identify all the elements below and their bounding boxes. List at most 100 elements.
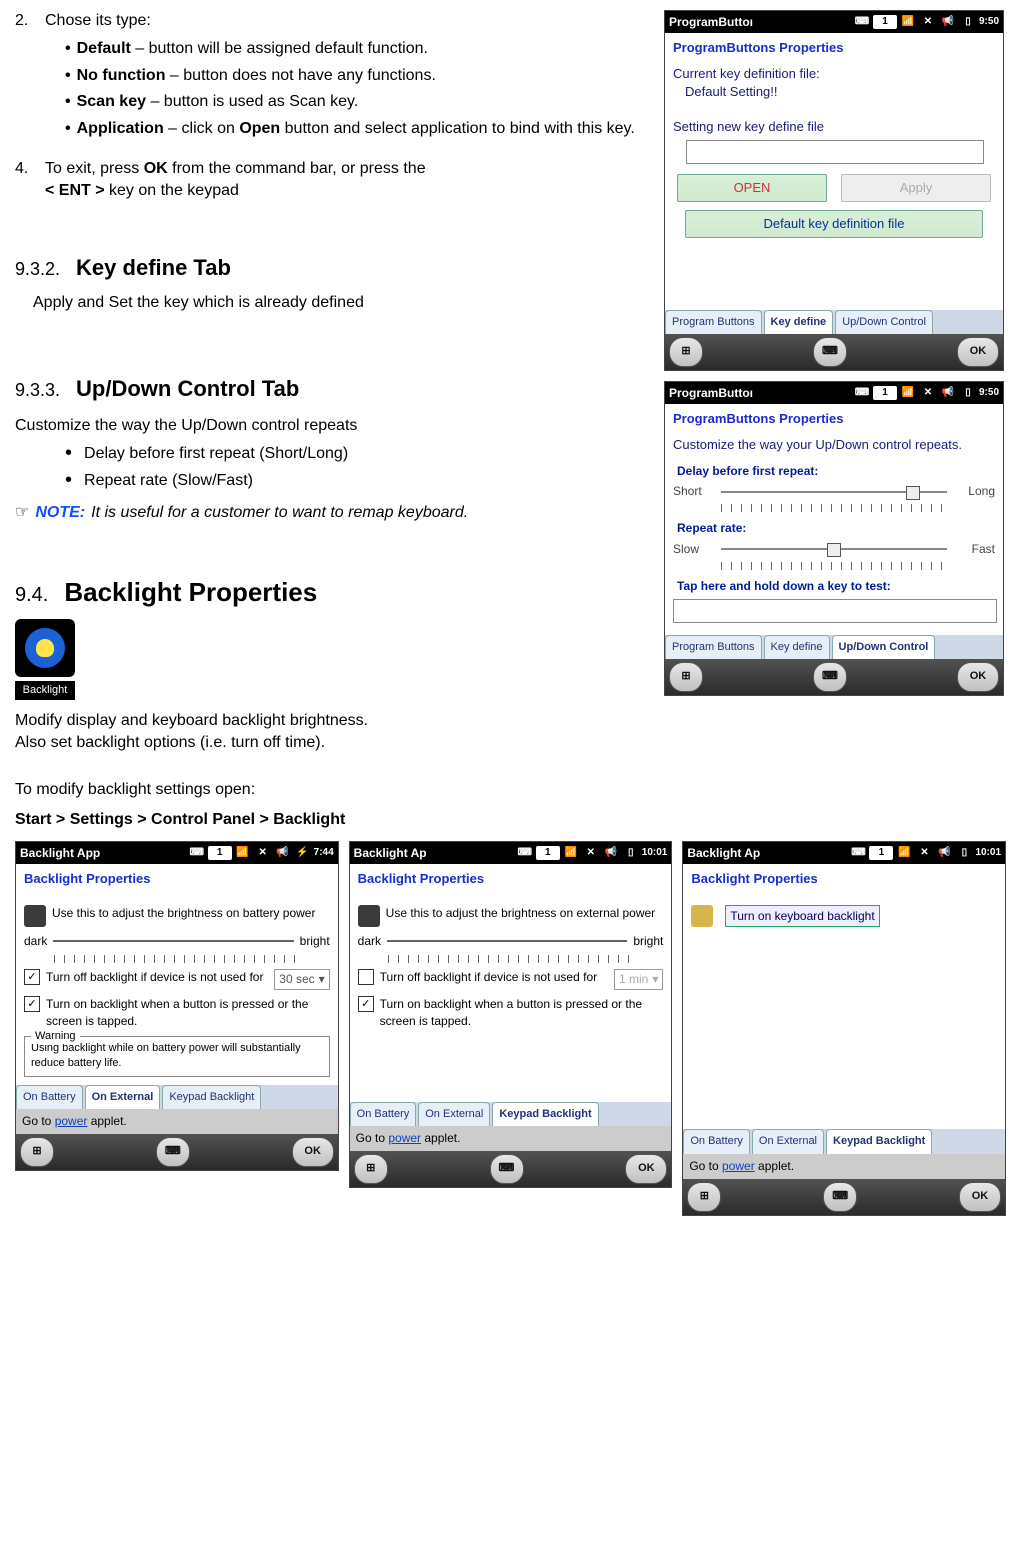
option-repeatrate: Repeat rate (Slow/Fast) <box>65 470 655 492</box>
ok-button[interactable]: OK <box>959 1182 1001 1212</box>
chevron-down-icon: ▾ <box>319 971 325 988</box>
updown-options: Delay before first repeat (Short/Long) R… <box>65 443 655 492</box>
screenshot-backlight-battery: Backlight App ⌨ 1 📶 ✕ 📢 ⚡ 7:44 Backlight… <box>15 841 339 1170</box>
brightness-slider[interactable]: dark bright <box>24 933 330 950</box>
connection-icon: 📶 <box>899 386 917 400</box>
checkbox-checked-icon[interactable]: ✓ <box>24 996 40 1012</box>
section-body: Also set backlight options (i.e. turn of… <box>15 732 1004 754</box>
keyboard-backlight-row[interactable]: Turn on keyboard backlight <box>691 905 997 928</box>
default-keyfile-button[interactable]: Default key definition file <box>685 210 983 238</box>
battery-icon: ▯ <box>959 15 977 29</box>
option-scankey: Scan key – button is used as Scan key. <box>65 91 655 113</box>
turnoff-checkbox-row[interactable]: ✓ Turn off backlight if device is not us… <box>24 969 330 990</box>
windows-start-icon[interactable]: ⊞ <box>20 1137 54 1167</box>
open-button[interactable]: OPEN <box>677 174 827 202</box>
tab-bar: Program Buttons Key define Up/Down Contr… <box>665 310 1003 334</box>
keyfile-input[interactable] <box>686 140 984 164</box>
tab-program-buttons[interactable]: Program Buttons <box>665 310 762 334</box>
brightness-slider[interactable]: dark bright <box>358 933 664 950</box>
battery-icon: ▯ <box>955 846 973 860</box>
tab-key-define[interactable]: Key define <box>764 635 830 659</box>
step-number: 4. <box>15 158 45 203</box>
keyboard-icon: ⌨ <box>516 846 534 860</box>
brightness-icon <box>24 905 46 927</box>
test-input[interactable] <box>673 599 997 623</box>
battery-icon: ▯ <box>959 386 977 400</box>
tab-keypad-backlight[interactable]: Keypad Backlight <box>826 1129 932 1153</box>
tab-keypad-backlight[interactable]: Keypad Backlight <box>492 1102 598 1126</box>
tab-updown-control[interactable]: Up/Down Control <box>835 310 933 334</box>
power-link[interactable]: power <box>722 1159 755 1173</box>
section-body: Customize the way the Up/Down control re… <box>15 415 655 437</box>
signal-nox-icon: ✕ <box>254 846 272 860</box>
keyboard-toggle-icon[interactable]: ⌨ <box>823 1182 857 1212</box>
volume-icon: 📢 <box>602 846 620 860</box>
tab-on-external[interactable]: On External <box>418 1102 490 1126</box>
section-title: Backlight Properties <box>64 574 317 610</box>
turnoff-checkbox-row[interactable]: Turn off backlight if device is not used… <box>358 969 664 990</box>
tab-key-define[interactable]: Key define <box>764 310 834 334</box>
keyboard-toggle-icon[interactable]: ⌨ <box>813 337 847 367</box>
section-9-3-2: 9.3.2. Key define Tab <box>15 253 655 284</box>
signal-nox-icon: ✕ <box>915 846 933 860</box>
repeat-slider[interactable]: Slow Fast <box>673 541 995 558</box>
backlight-screenshots: Backlight App ⌨ 1 📶 ✕ 📢 ⚡ 7:44 Backlight… <box>15 841 1004 1225</box>
volume-icon: 📢 <box>939 15 957 29</box>
checkbox-unchecked-icon[interactable] <box>358 969 374 985</box>
delay-slider[interactable]: Short Long <box>673 483 995 500</box>
step-number: 2. <box>15 10 45 32</box>
brightness-icon <box>358 905 380 927</box>
connection-icon: 📶 <box>562 846 580 860</box>
tab-on-battery[interactable]: On Battery <box>350 1102 417 1126</box>
section-title: Key define Tab <box>76 253 231 284</box>
note-label: NOTE: <box>35 502 85 524</box>
keyboard-toggle-icon[interactable]: ⌨ <box>156 1137 190 1167</box>
navigation-path: Start > Settings > Control Panel > Backl… <box>15 809 1004 831</box>
tab-updown-control[interactable]: Up/Down Control <box>832 635 936 659</box>
ok-button[interactable]: OK <box>625 1154 667 1184</box>
windows-start-icon[interactable]: ⊞ <box>669 662 703 692</box>
timeout-select[interactable]: 30 sec▾ <box>274 969 329 990</box>
backlight-app-icon: Backlight <box>15 615 75 700</box>
ok-button[interactable]: OK <box>957 662 999 692</box>
apply-button[interactable]: Apply <box>841 174 991 202</box>
screenshot-backlight-external: Backlight Ap ⌨ 1 📶 ✕ 📢 ▯ 10:01 Backlight… <box>349 841 673 1188</box>
windows-start-icon[interactable]: ⊞ <box>354 1154 388 1184</box>
turnon-checkbox-row[interactable]: ✓ Turn on backlight when a button is pre… <box>24 996 330 1030</box>
ok-button[interactable]: OK <box>957 337 999 367</box>
tab-on-battery[interactable]: On Battery <box>683 1129 750 1153</box>
volume-icon: 📢 <box>935 846 953 860</box>
windows-start-icon[interactable]: ⊞ <box>669 337 703 367</box>
volume-icon: 📢 <box>939 386 957 400</box>
keyboard-toggle-icon[interactable]: ⌨ <box>813 662 847 692</box>
step-text: Chose its type: <box>45 10 151 32</box>
command-bar: ⊞ ⌨ OK <box>665 659 1003 695</box>
list-item-step2: 2. Chose its type: <box>15 10 655 32</box>
charge-icon: ⚡ <box>294 846 312 860</box>
checkbox-checked-icon[interactable]: ✓ <box>24 969 40 985</box>
tab-on-external[interactable]: On External <box>752 1129 824 1153</box>
option-delay: Delay before first repeat (Short/Long) <box>65 443 655 465</box>
timeout-select[interactable]: 1 min▾ <box>614 969 663 990</box>
tab-bar: Program Buttons Key define Up/Down Contr… <box>665 635 1003 659</box>
tab-keypad-backlight[interactable]: Keypad Backlight <box>162 1085 261 1109</box>
power-link[interactable]: power <box>55 1114 88 1128</box>
tab-on-external[interactable]: On External <box>85 1085 161 1109</box>
command-bar: ⊞ ⌨ OK <box>665 334 1003 370</box>
hand-pointer-icon: ☞ <box>15 502 29 524</box>
window-heading: ProgramButtons Properties <box>665 33 1003 61</box>
window-titlebar: ProgramButtoı ⌨ 1 📶 ✕ 📢 ▯ 9:50 <box>665 11 1003 33</box>
step-text: To exit, press OK from the command bar, … <box>45 158 426 203</box>
windows-start-icon[interactable]: ⊞ <box>687 1182 721 1212</box>
keyboard-toggle-icon[interactable]: ⌨ <box>490 1154 524 1184</box>
screenshot-backlight-keypad: Backlight Ap ⌨ 1 📶 ✕ 📢 ▯ 10:01 Backlight… <box>682 841 1006 1215</box>
turnon-checkbox-row[interactable]: ✓ Turn on backlight when a button is pre… <box>358 996 664 1030</box>
window-titlebar: ProgramButtoı ⌨ 1 📶 ✕ 📢 ▯ 9:50 <box>665 382 1003 404</box>
section-9-3-3: 9.3.3. Up/Down Control Tab <box>15 374 655 405</box>
tab-program-buttons[interactable]: Program Buttons <box>665 635 762 659</box>
tab-on-battery[interactable]: On Battery <box>16 1085 83 1109</box>
ok-button[interactable]: OK <box>292 1137 334 1167</box>
signal-nox-icon: ✕ <box>919 15 937 29</box>
power-link[interactable]: power <box>388 1131 421 1145</box>
checkbox-checked-icon[interactable]: ✓ <box>358 996 374 1012</box>
